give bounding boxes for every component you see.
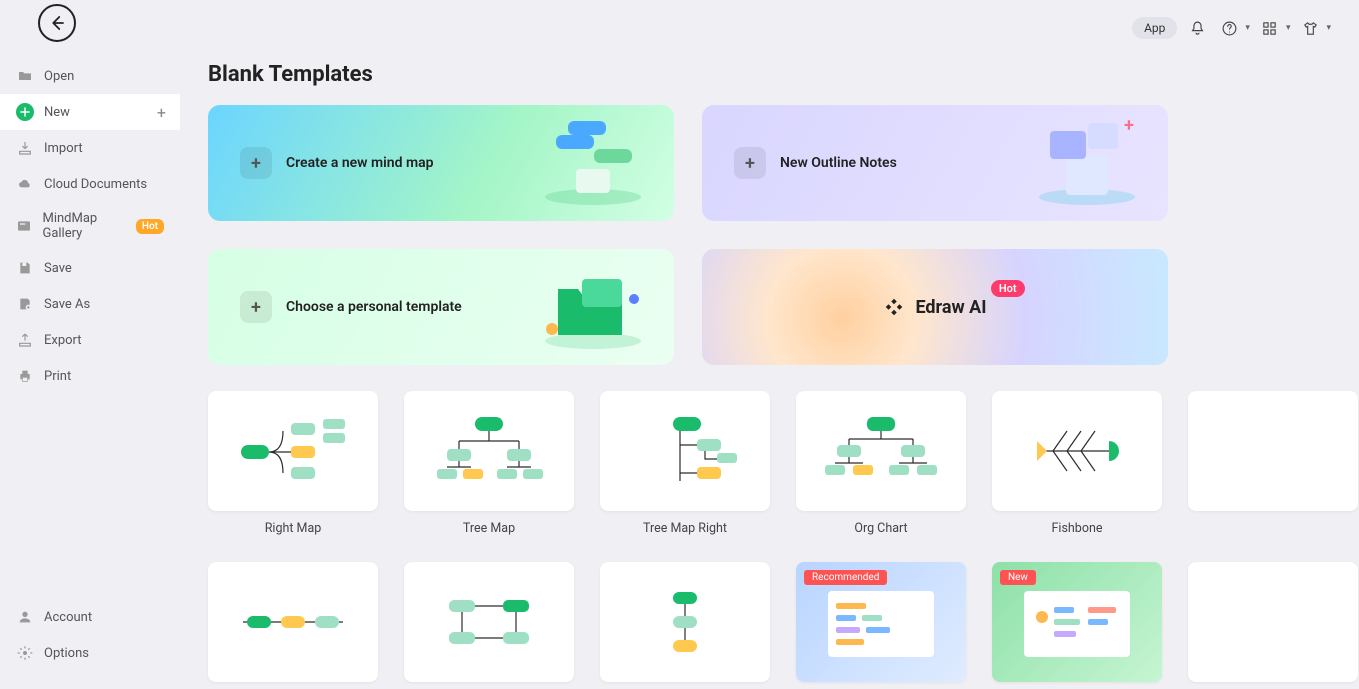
hot-badge: Hot: [136, 219, 164, 234]
template-tree-map[interactable]: Tree Map: [404, 391, 574, 536]
hero-label: Choose a personal template: [286, 299, 462, 315]
template-grid: Right Map Tree Map: [208, 391, 1358, 689]
sidebar-label: Cloud Documents: [44, 177, 147, 192]
screenshot-art-icon: [1012, 577, 1142, 667]
ai-logo-icon: [883, 296, 905, 318]
outline-art-icon: +: [1032, 115, 1142, 211]
import-icon: [16, 139, 34, 157]
saveas-icon: [16, 295, 34, 313]
screenshot-art-icon: [816, 577, 946, 667]
template-item[interactable]: [1188, 562, 1358, 689]
gallery-icon: [16, 217, 32, 235]
arrow-left-icon: [48, 14, 66, 32]
hero-edraw-ai[interactable]: Edraw AI Hot: [702, 249, 1168, 365]
bell-icon[interactable]: [1185, 16, 1209, 40]
plus-icon: +: [240, 147, 272, 179]
template-item[interactable]: [1188, 391, 1358, 536]
sidebar-label: New: [44, 105, 70, 120]
print-icon: [16, 367, 34, 385]
sidebar-label: Options: [44, 646, 89, 661]
sidebar-label: Print: [44, 369, 71, 384]
shirt-icon[interactable]: [1298, 16, 1322, 40]
main-area: App ▾ ▾ ▾ Blank Templates + Create a new…: [180, 0, 1359, 689]
sidebar-bottom: Account Options: [0, 593, 180, 689]
org-chart-icon: [821, 411, 941, 491]
recommended-ribbon: Recommended: [804, 570, 887, 585]
sidebar-item-account[interactable]: Account: [0, 599, 180, 635]
app-button[interactable]: App: [1132, 17, 1177, 39]
sidebar-item-save[interactable]: Save: [0, 250, 180, 286]
template-item[interactable]: [404, 562, 574, 689]
chevron-down-icon: ▾: [1326, 23, 1331, 33]
hero-new-outline[interactable]: + New Outline Notes +: [702, 105, 1168, 221]
template-tree-map-right[interactable]: Tree Map Right: [600, 391, 770, 536]
plus-icon: +: [240, 291, 272, 323]
export-icon: [16, 331, 34, 349]
save-icon: [16, 259, 34, 277]
svg-text:+: +: [1124, 115, 1134, 136]
plus-icon: +: [157, 103, 166, 122]
mindmap-art-icon: [538, 115, 648, 211]
template-fishbone[interactable]: Fishbone: [992, 391, 1162, 536]
plus-icon: +: [734, 147, 766, 179]
sidebar-label: Import: [44, 141, 83, 156]
sidebar-item-open[interactable]: Open: [0, 58, 180, 94]
sidebar-item-export[interactable]: Export: [0, 322, 180, 358]
chevron-down-icon: ▾: [1286, 23, 1291, 33]
sidebar-label: Account: [44, 610, 92, 625]
sidebar-label: MindMap Gallery: [42, 211, 131, 241]
template-recommended[interactable]: Recommended: [796, 562, 966, 689]
hero-label: Create a new mind map: [286, 155, 434, 171]
hero-brand: Edraw AI: [915, 297, 986, 318]
tree-map-icon: [429, 411, 549, 491]
hero-cards: + Create a new mind map + New Outline No…: [208, 105, 1168, 365]
hero-new-mindmap[interactable]: + Create a new mind map: [208, 105, 674, 221]
chevron-down-icon: ▾: [1245, 23, 1250, 33]
fishbone-icon: [1017, 411, 1137, 491]
template-label: Org Chart: [796, 521, 966, 536]
sidebar-label: Open: [44, 69, 74, 84]
hero-label: New Outline Notes: [780, 155, 897, 171]
sidebar-label: Save As: [44, 297, 90, 312]
page-title: Blank Templates: [208, 62, 1331, 87]
right-map-icon: [233, 411, 353, 491]
sidebar-item-gallery[interactable]: MindMap Gallery Hot: [0, 202, 180, 250]
sidebar-item-options[interactable]: Options: [0, 635, 180, 671]
vertical-icon: [625, 582, 745, 662]
tree-map-right-icon: [625, 411, 745, 491]
sidebar-item-saveas[interactable]: Save As: [0, 286, 180, 322]
sidebar-item-import[interactable]: Import: [0, 130, 180, 166]
template-label: Tree Map: [404, 521, 574, 536]
template-new[interactable]: New: [992, 562, 1162, 689]
back-button[interactable]: [38, 4, 76, 42]
new-ribbon: New: [1000, 570, 1036, 585]
hot-badge: Hot: [991, 280, 1025, 297]
sidebar-label: Save: [44, 261, 72, 276]
template-item[interactable]: [208, 562, 378, 689]
top-bar: App ▾ ▾ ▾: [208, 0, 1331, 56]
hero-personal-template[interactable]: + Choose a personal template: [208, 249, 674, 365]
sidebar-label: Export: [44, 333, 82, 348]
template-label: Tree Map Right: [600, 521, 770, 536]
user-icon: [16, 608, 34, 626]
sidebar-nav: Open New + Import Cloud Documents MindMa…: [0, 52, 180, 400]
template-label: Fishbone: [992, 521, 1162, 536]
timeline-icon: [233, 582, 353, 662]
template-right-map[interactable]: Right Map: [208, 391, 378, 536]
folder-icon: [16, 67, 34, 85]
gear-icon: [16, 644, 34, 662]
sidebar-item-print[interactable]: Print: [0, 358, 180, 394]
sidebar-item-cloud[interactable]: Cloud Documents: [0, 166, 180, 202]
cloud-icon: [16, 175, 34, 193]
template-org-chart[interactable]: Org Chart: [796, 391, 966, 536]
help-icon[interactable]: [1217, 16, 1241, 40]
grid-icon[interactable]: [1258, 16, 1282, 40]
plus-circle-icon: [16, 103, 34, 121]
template-label: Right Map: [208, 521, 378, 536]
folder-art-icon: [538, 259, 648, 355]
template-item[interactable]: [600, 562, 770, 689]
sidebar: Open New + Import Cloud Documents MindMa…: [0, 0, 180, 689]
sidebar-item-new[interactable]: New +: [0, 94, 180, 130]
cycle-icon: [429, 582, 549, 662]
